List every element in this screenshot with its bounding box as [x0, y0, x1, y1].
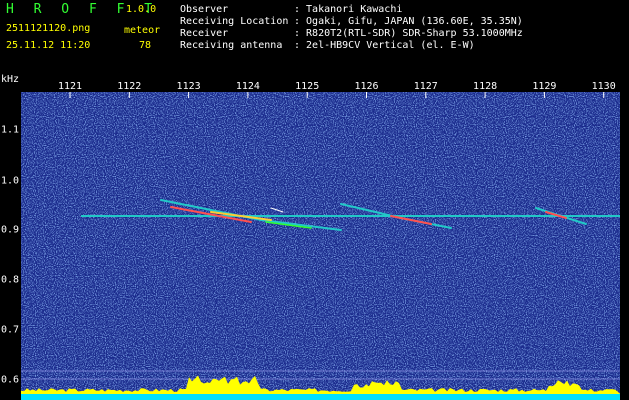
y-tick-label: 1.0 [1, 175, 20, 187]
y-axis-unit: kHz [1, 74, 20, 85]
antenna-value: : 2el-HB9CV Vertical (el. E-W) [294, 40, 475, 51]
x-tick-label: 1129 [532, 81, 557, 92]
detection-label: meteor [124, 25, 161, 36]
x-tick-label: 1127 [413, 81, 438, 92]
x-tick-label: 1125 [295, 81, 320, 92]
location-label: Receiving Location [180, 16, 289, 27]
receiver-value: : R820T2(RTL-SDR) SDR-Sharp 53.1000MHz [294, 28, 523, 39]
spectrogram-noise [21, 92, 620, 400]
y-tick-label: 0.7 [1, 324, 20, 336]
filename: 2511121120.png [6, 23, 91, 34]
x-tick-label: 1124 [235, 81, 260, 92]
x-tick-label: 1126 [354, 81, 379, 92]
receiver-label: Receiver [180, 28, 229, 39]
y-tick-label: 0.8 [1, 274, 20, 286]
x-tick-label: 1123 [176, 81, 201, 92]
hrofft-screen: H R O F F T 1.0.0 2511121120.png meteor … [0, 0, 629, 400]
x-tick-label: 1122 [117, 81, 142, 92]
location-value: : Ogaki, Gifu, JAPAN (136.60E, 35.35N) [294, 16, 523, 27]
x-tick-label: 1130 [591, 81, 616, 92]
x-tick-label: 1121 [57, 81, 83, 92]
app-version: 1.0.0 [126, 4, 157, 15]
signal-level-base [21, 394, 620, 400]
antenna-label: Receiving antenna [180, 40, 283, 51]
y-tick-label: 0.9 [1, 224, 20, 236]
spectrogram [21, 92, 620, 400]
x-tick-label: 1128 [473, 81, 498, 92]
detection-count: 78 [139, 40, 152, 51]
y-tick-label: 0.6 [1, 374, 20, 386]
observer-label: Observer [180, 4, 229, 15]
observer-value: : Takanori Kawachi [294, 4, 403, 15]
y-tick-label: 1.1 [1, 124, 20, 136]
datetime: 25.11.12 11:20 [6, 40, 91, 51]
